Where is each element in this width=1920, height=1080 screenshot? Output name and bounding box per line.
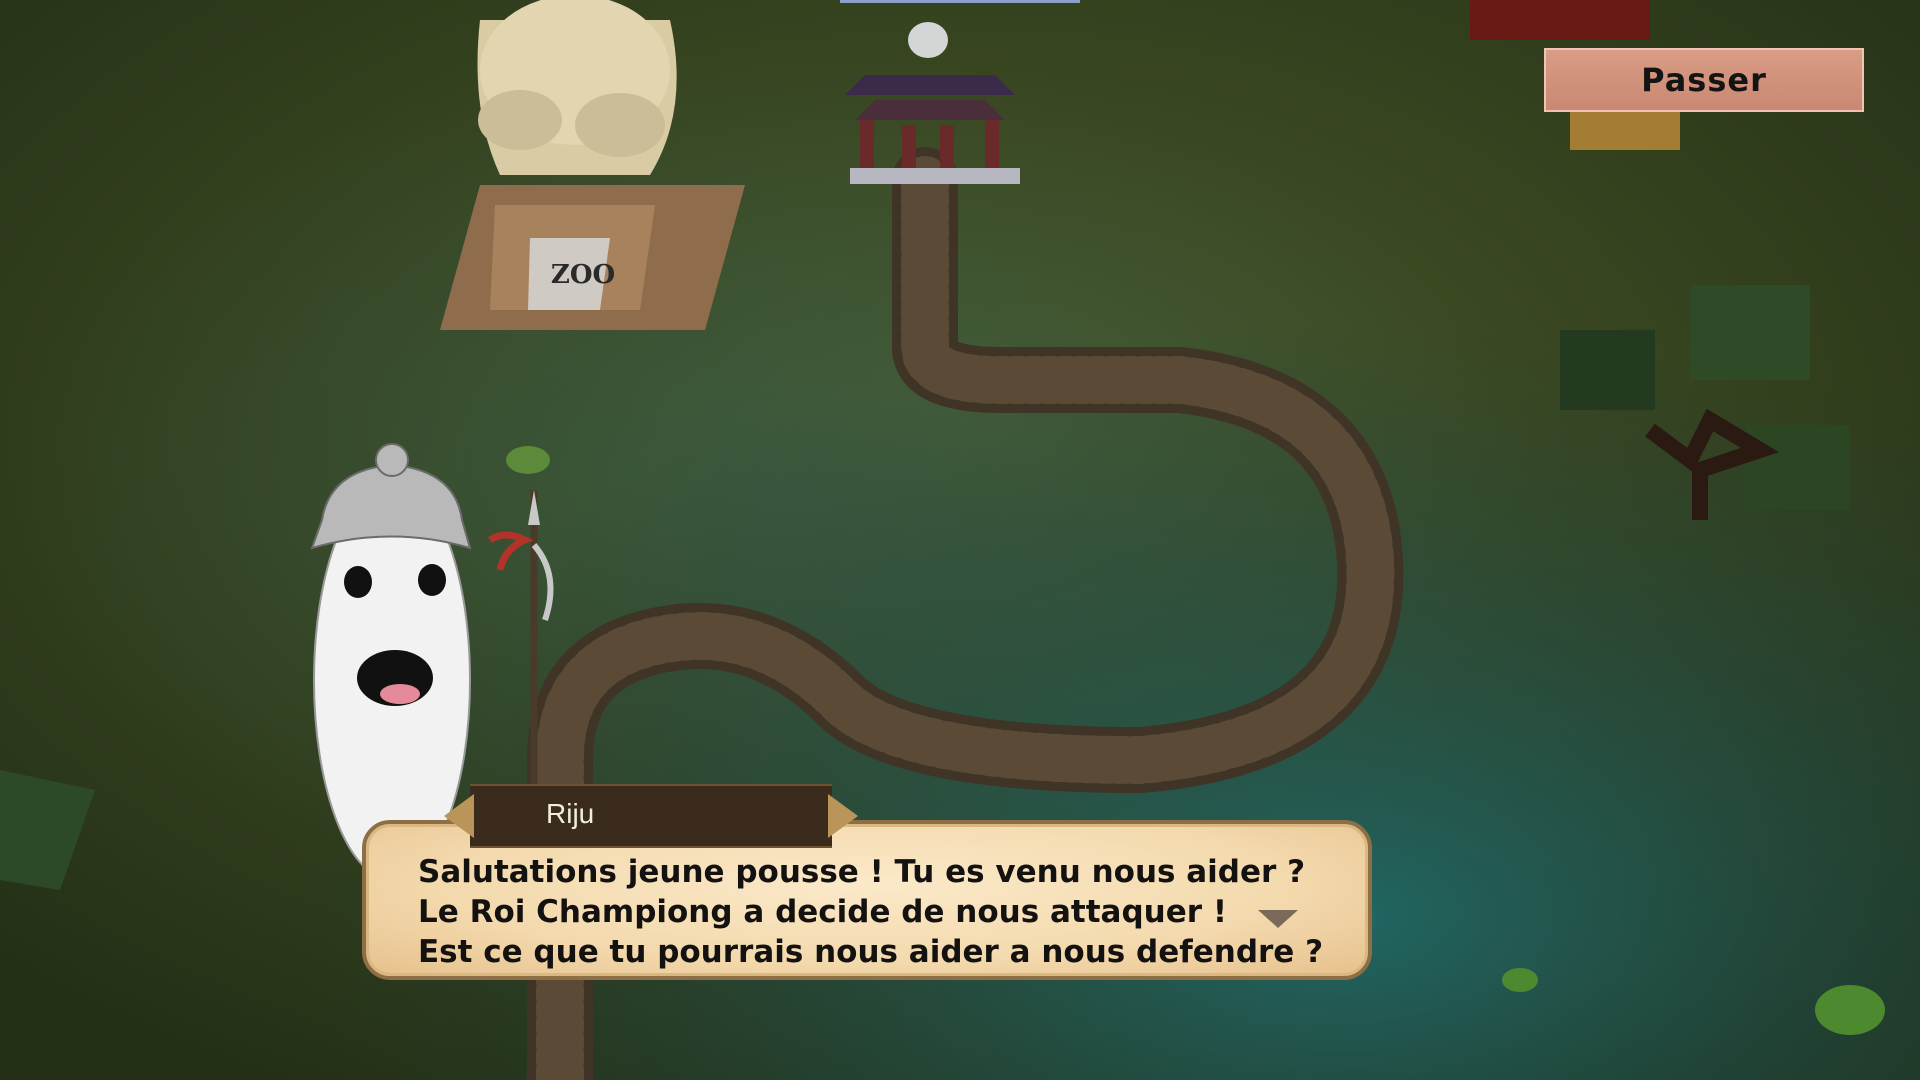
red-roof: [1470, 0, 1650, 40]
dialog-line-3: Est ce que tu pourrais nous aider a nous…: [418, 934, 1324, 970]
dialog-text: Salutations jeune pousse ! Tu es venu no…: [418, 852, 1324, 972]
speaker-name: Riju: [546, 798, 595, 829]
lily-pad: [506, 446, 550, 474]
lily-pad: [1502, 968, 1538, 992]
chevron-down-icon[interactable]: [1258, 910, 1298, 928]
top-bar: [840, 0, 1080, 3]
dialog-line-1: Salutations jeune pousse ! Tu es venu no…: [418, 854, 1306, 890]
speaker-nameplate: Riju: [444, 784, 858, 848]
skip-button[interactable]: Passer: [1544, 48, 1864, 112]
arrow-left-icon: [444, 794, 474, 838]
arrow-right-icon: [828, 794, 858, 838]
lily-pad: [1815, 985, 1885, 1035]
statue-plaque-label: ZOO: [551, 260, 615, 290]
dialog-line-2: Le Roi Championg a decide de nous attaqu…: [418, 894, 1227, 930]
